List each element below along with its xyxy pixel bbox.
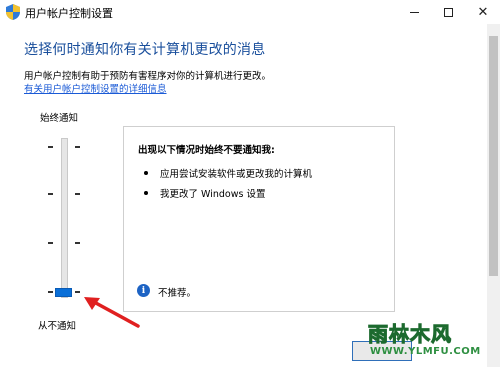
slider-tick-left	[48, 146, 53, 148]
title-bar: 用户帐户控制设置 ✕	[0, 0, 500, 24]
close-button[interactable]: ✕	[466, 0, 500, 24]
slider-tick-right	[75, 146, 80, 148]
window-title: 用户帐户控制设置	[25, 7, 113, 20]
bullet-dot	[144, 191, 148, 195]
uac-details-link[interactable]: 有关用户帐户控制设置的详细信息	[24, 81, 167, 95]
scrollbar-thumb[interactable]	[489, 36, 498, 276]
slider-tick-left	[48, 242, 53, 244]
slider-top-label: 始终通知	[40, 113, 79, 124]
panel-title: 出现以下情况时始终不要通知我:	[138, 145, 275, 156]
panel-bullet-item: 我更改了 Windows 设置	[160, 189, 266, 200]
page-heading: 选择何时通知你有关计算机更改的消息	[24, 42, 266, 58]
panel-bullet-item: 应用尝试安装软件或更改我的计算机	[160, 169, 313, 180]
panel-info-text: 不推荐。	[158, 288, 197, 299]
minimize-button[interactable]	[397, 0, 431, 24]
page-description: 用户帐户控制有助于预防有害程序对你的计算机进行更改。	[24, 71, 272, 82]
site-watermark: 雨林木风 WWW.YLMFU.COM	[364, 318, 488, 366]
watermark-logo-text: 雨林木风	[368, 322, 452, 347]
level-description-panel: 出现以下情况时始终不要通知我: 应用尝试安装软件或更改我的计算机 我更改了 Wi…	[123, 126, 395, 312]
notification-level-slider-thumb[interactable]	[55, 288, 72, 297]
slider-tick-right	[75, 291, 80, 293]
info-icon: i	[137, 284, 150, 297]
notification-level-slider-track[interactable]	[61, 138, 68, 298]
slider-tick-right	[75, 242, 80, 244]
watermark-url: WWW.YLMFU.COM	[370, 346, 481, 357]
bullet-dot	[144, 171, 148, 175]
slider-tick-right	[75, 193, 80, 195]
slider-tick-left	[48, 193, 53, 195]
close-icon: ✕	[477, 4, 489, 20]
uac-shield-icon	[6, 4, 20, 20]
slider-tick-left	[48, 291, 53, 293]
slider-bottom-label: 从不通知	[38, 321, 77, 332]
minimize-icon	[409, 11, 419, 13]
maximize-button[interactable]	[431, 0, 465, 24]
maximize-icon	[443, 7, 453, 17]
